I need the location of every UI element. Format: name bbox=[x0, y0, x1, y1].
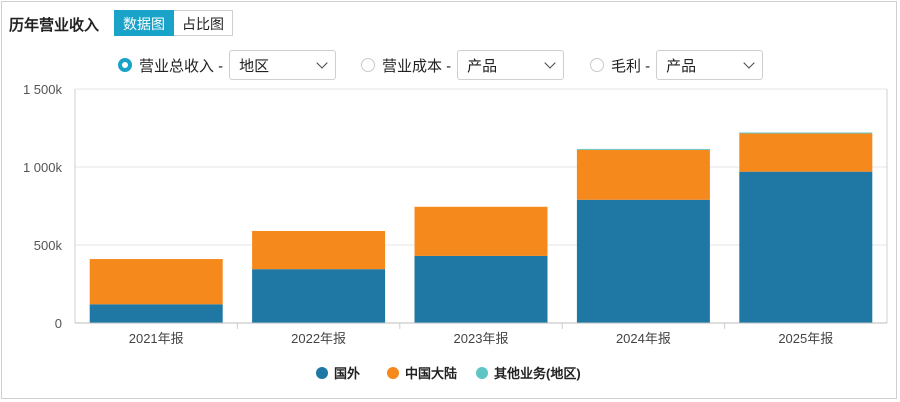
revenue-option[interactable]: 营业总收入 - 地区 bbox=[118, 50, 337, 80]
cost-dimension-value: 产品 bbox=[467, 57, 498, 75]
cost-option-label: 营业成本 - bbox=[382, 57, 452, 75]
chevron-down-icon bbox=[544, 57, 556, 69]
revenue-option-label: 营业总收入 - bbox=[139, 57, 224, 75]
radio-gross-profit[interactable] bbox=[590, 58, 604, 72]
gross-profit-dimension-select[interactable]: 产品 bbox=[656, 50, 764, 80]
gross-profit-option[interactable]: 毛利 - 产品 bbox=[590, 50, 764, 80]
view-tabs: 数据图 占比图 bbox=[114, 10, 233, 36]
gross-profit-dimension-value: 产品 bbox=[666, 57, 697, 75]
gross-profit-option-label: 毛利 - bbox=[611, 57, 651, 75]
panel-title: 历年营业收入 bbox=[9, 17, 100, 34]
chevron-down-icon bbox=[743, 57, 755, 69]
radio-revenue[interactable] bbox=[118, 58, 132, 72]
tab-ratio-chart[interactable]: 占比图 bbox=[174, 10, 233, 36]
cost-option[interactable]: 营业成本 - 产品 bbox=[361, 50, 565, 80]
chart-panel: 历年营业收入 数据图 占比图 营业总收入 - 地区 营业成本 - 产品 毛利 -… bbox=[1, 1, 897, 399]
chevron-down-icon bbox=[316, 57, 328, 69]
revenue-dimension-select[interactable]: 地区 bbox=[229, 50, 337, 80]
cost-dimension-select[interactable]: 产品 bbox=[457, 50, 565, 80]
revenue-dimension-value: 地区 bbox=[239, 57, 270, 75]
radio-cost[interactable] bbox=[361, 58, 375, 72]
tab-data-chart[interactable]: 数据图 bbox=[114, 10, 174, 36]
